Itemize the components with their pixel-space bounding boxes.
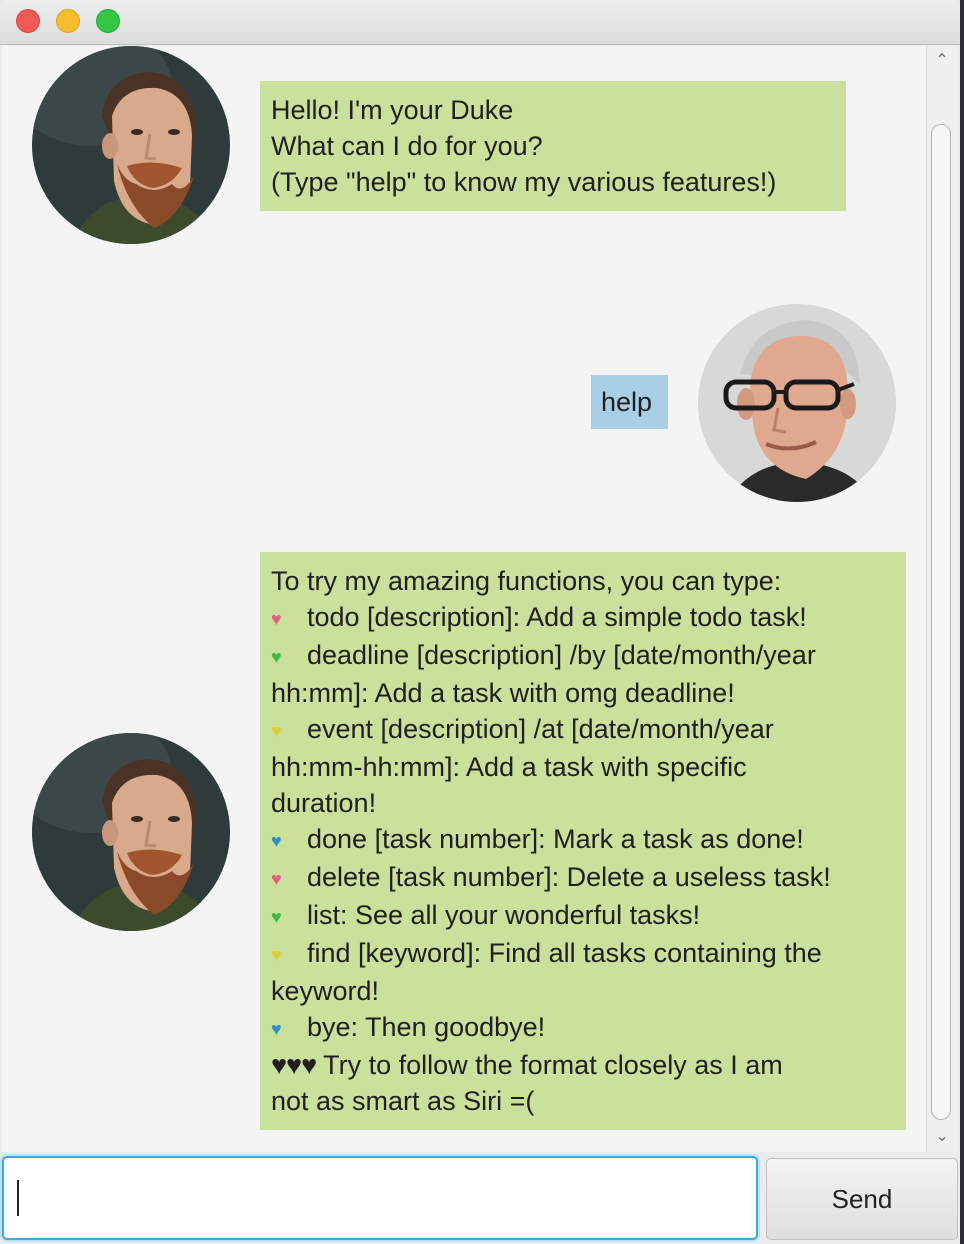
input-bar: Send <box>0 1152 960 1244</box>
help-item: ♥ todo [description]: Add a simple todo t… <box>271 599 895 637</box>
green-heart-icon: ♥ <box>271 907 282 927</box>
green-heart-icon: ♥ <box>271 647 282 667</box>
help-item: ♥ done [task number]: Mark a task as done… <box>271 821 895 859</box>
help-item: ♥ find [keyword]: Find all tasks containi… <box>271 935 895 973</box>
help-outro-continuation: not as smart as Siri =( <box>271 1086 535 1116</box>
help-item-continuation: hh:mm]: Add a task with omg deadline! <box>271 678 735 708</box>
help-item: ♥ list: See all your wonderful tasks! <box>271 897 895 935</box>
help-item: ♥ event [description] /at [date/month/yea… <box>271 711 895 749</box>
pink-heart-icon: ♥ <box>271 869 282 889</box>
message-line: help <box>601 387 653 417</box>
title-bar <box>0 0 960 45</box>
help-item-continuation: duration! <box>271 788 377 818</box>
send-button[interactable]: Send <box>766 1158 958 1240</box>
user-avatar <box>698 304 896 502</box>
help-item-continuation: hh:mm-hh:mm]: Add a task with specific <box>271 752 747 782</box>
help-intro: To try my amazing functions, you can typ… <box>271 566 782 596</box>
maximize-window-button[interactable] <box>96 9 120 33</box>
help-item-continuation: keyword! <box>271 976 380 1006</box>
text-caret <box>17 1180 19 1216</box>
vertical-scrollbar[interactable]: ⌃ ⌄ <box>926 46 957 1152</box>
duke-avatar <box>32 733 230 931</box>
user-message-bubble: help <box>591 375 668 429</box>
help-item: ♥ deadline [description] /by [date/month/… <box>271 637 895 675</box>
scrollbar-thumb[interactable] <box>931 124 951 1120</box>
chat-window: Hello! I'm your Duke What can I do for y… <box>0 0 960 1244</box>
chevron-up-icon[interactable]: ⌃ <box>927 48 957 74</box>
help-item: ♥ bye: Then goodbye! <box>271 1009 895 1047</box>
duke-avatar <box>32 46 230 244</box>
yellow-heart-icon: ♥ <box>271 945 282 965</box>
yellow-heart-icon: ♥ <box>271 721 282 741</box>
pink-heart-icon: ♥ <box>271 609 282 629</box>
message-line: What can I do for you? <box>271 131 543 161</box>
minimize-window-button[interactable] <box>56 9 80 33</box>
background-window-edge <box>960 0 964 1244</box>
message-input[interactable] <box>2 1156 758 1240</box>
chevron-down-icon[interactable]: ⌄ <box>927 1124 957 1150</box>
help-outro: ♥♥♥ Try to follow the format closely as … <box>271 1050 783 1080</box>
blue-heart-icon: ♥ <box>271 1019 282 1039</box>
duke-help-bubble: To try my amazing functions, you can typ… <box>260 552 906 1130</box>
man-with-glasses-icon <box>698 304 896 502</box>
bearded-man-icon <box>32 733 230 931</box>
chat-scroll-pane[interactable]: Hello! I'm your Duke What can I do for y… <box>2 46 926 1152</box>
blue-heart-icon: ♥ <box>271 831 282 851</box>
duke-message-bubble: Hello! I'm your Duke What can I do for y… <box>260 81 846 211</box>
bearded-man-icon <box>32 46 230 244</box>
help-item: ♥ delete [task number]: Delete a useless … <box>271 859 895 897</box>
message-line: (Type "help" to know my various features… <box>271 167 777 197</box>
close-window-button[interactable] <box>16 9 40 33</box>
black-hearts-icon: ♥♥♥ <box>271 1050 317 1080</box>
message-line: Hello! I'm your Duke <box>271 95 514 125</box>
